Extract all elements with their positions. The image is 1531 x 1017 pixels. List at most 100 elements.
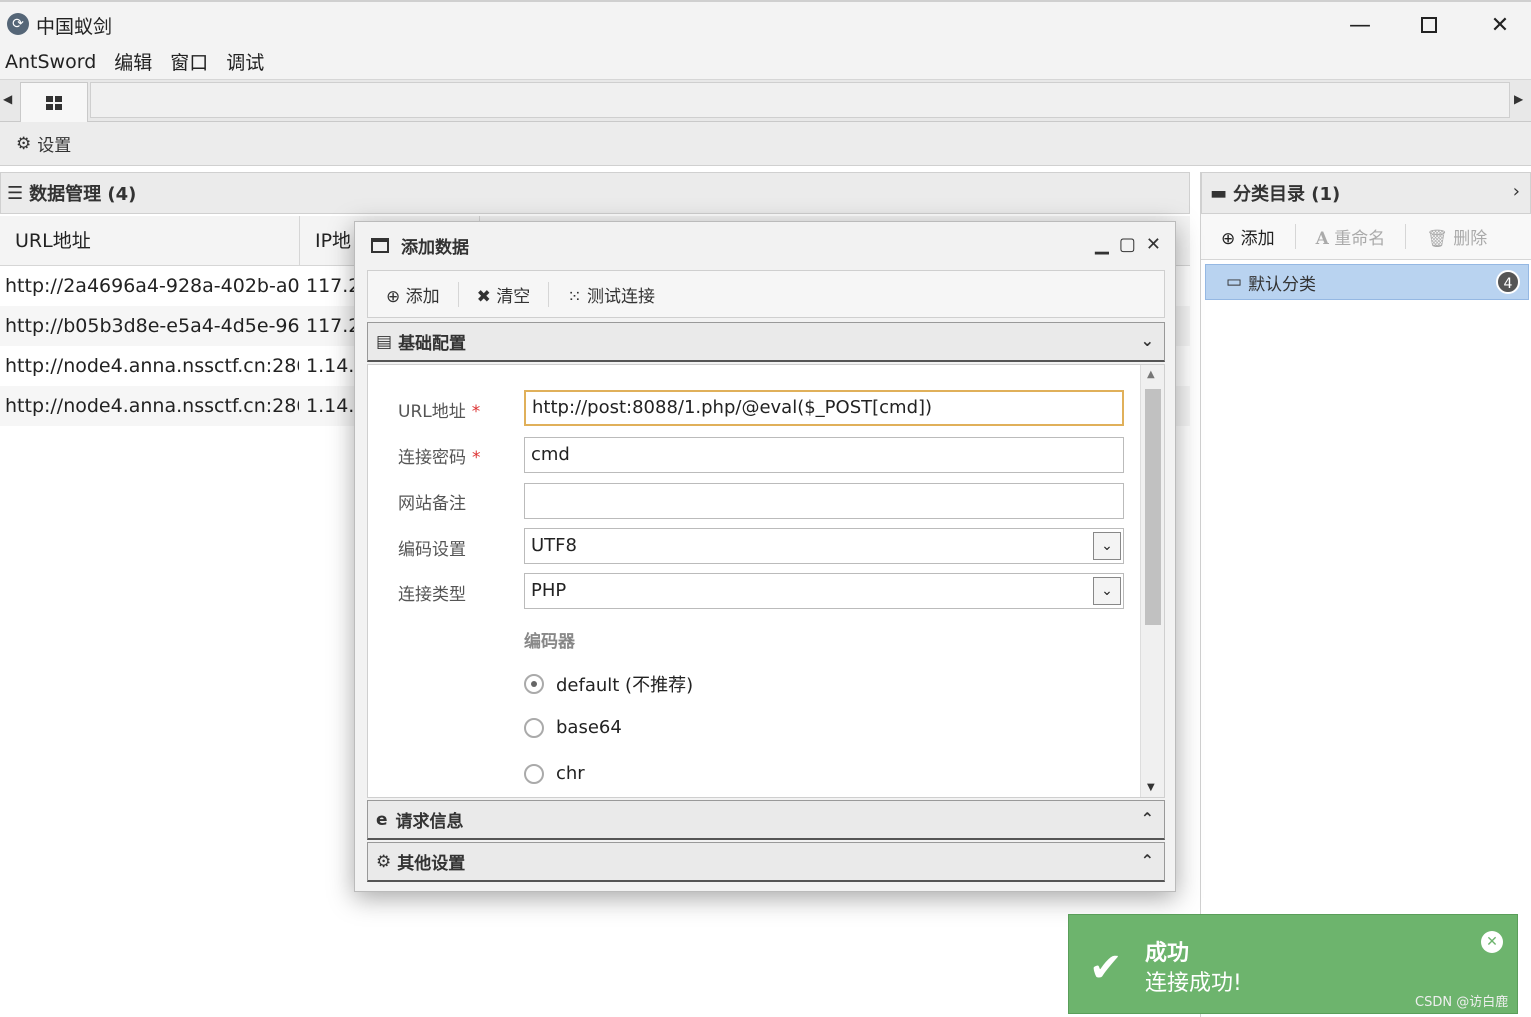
- chevron-down-icon: ⌄: [1140, 331, 1154, 350]
- category-delete-button[interactable]: 🗑 删除: [1406, 224, 1507, 249]
- minimize-button[interactable]: —: [1330, 8, 1390, 42]
- dialog-title-bar[interactable]: 添加数据: [355, 222, 1175, 268]
- category-item-default[interactable]: ▭ 默认分类 4: [1205, 264, 1529, 300]
- gear-icon: ⚙: [16, 133, 32, 154]
- encoding-select[interactable]: UTF8 ⌄: [524, 528, 1124, 564]
- section-request-info[interactable]: e 请求信息 ⌃: [367, 800, 1165, 840]
- encoder-option-label: base64: [556, 717, 622, 738]
- password-field-label: 连接密码 *: [398, 448, 481, 468]
- test-connection-button[interactable]: ⁙ 测试连接: [549, 282, 673, 307]
- radio-selected-icon: [524, 674, 544, 694]
- encoder-option-base64[interactable]: base64: [524, 717, 622, 738]
- encoding-value: UTF8: [531, 535, 577, 556]
- watermark: CSDN @访白鹿: [1415, 995, 1509, 1010]
- category-add-button[interactable]: ⊕ 添加: [1201, 224, 1296, 249]
- section-basic-config[interactable]: ▤ 基础配置 ⌄: [367, 322, 1165, 362]
- scrollbar-thumb[interactable]: [1145, 389, 1161, 625]
- column-header-url[interactable]: URL地址: [0, 216, 300, 266]
- dialog-controls: ▁ ▢ ✕: [1095, 234, 1161, 255]
- menu-edit[interactable]: 编辑: [114, 48, 152, 75]
- row-url: http://b05b3d8e-e5a4-4d5e-9614-: [5, 315, 299, 337]
- menu-debug[interactable]: 调试: [226, 48, 264, 75]
- category-panel-header: ▬ 分类目录 (1) ›: [1201, 172, 1531, 214]
- settings-link[interactable]: 设置: [37, 131, 71, 156]
- basic-config-form: URL地址 * http://post:8088/1.php/@eval($_PO…: [367, 364, 1165, 798]
- scroll-up-icon[interactable]: ▲: [1147, 369, 1155, 380]
- data-panel-title: 数据管理 (4): [29, 184, 137, 205]
- menu-antsword[interactable]: AntSword: [5, 51, 96, 73]
- chevron-down-icon: ⌄: [1093, 577, 1121, 605]
- app-logo-icon: ⟳: [7, 13, 29, 35]
- radio-icon: [524, 717, 544, 738]
- note-input[interactable]: [524, 483, 1124, 519]
- form-scrollbar[interactable]: ▲ ▼: [1140, 365, 1164, 797]
- add-data-dialog: 添加数据 ▁ ▢ ✕ ⊕ 添加 ✖ 清空 ⁙ 测试连接 ▤ 基础配置 ⌄ URL…: [354, 221, 1176, 892]
- category-delete-label: 删除: [1453, 229, 1488, 249]
- section-other-settings[interactable]: ⚙ 其他设置 ⌃: [367, 842, 1165, 882]
- test-connection-label: 测试连接: [586, 286, 655, 307]
- category-add-label: 添加: [1240, 229, 1275, 249]
- category-toolbar: ⊕ 添加 A 重命名 🗑 删除: [1201, 214, 1531, 260]
- tab-scroll-right-icon[interactable]: ▶: [1514, 92, 1523, 106]
- encoding-field-label: 编码设置: [398, 540, 466, 560]
- close-button[interactable]: ✕: [1470, 8, 1530, 42]
- category-rename-button[interactable]: A 重命名: [1296, 224, 1407, 249]
- tab-home[interactable]: [20, 82, 88, 122]
- radio-icon: [524, 763, 544, 784]
- category-item-label: 默认分类: [1248, 274, 1317, 295]
- note-field-label: 网站备注: [398, 494, 466, 514]
- tab-strip: ◀ ▶: [0, 80, 1531, 122]
- dialog-maximize-icon[interactable]: ▢: [1119, 234, 1136, 255]
- check-icon: ✔: [1089, 945, 1123, 991]
- folder-icon: ▬: [1210, 182, 1228, 204]
- browser-e-icon: e: [376, 809, 388, 830]
- section-basic-title: 基础配置: [398, 334, 467, 354]
- category-panel: ▬ 分类目录 (1) › ⊕ 添加 A 重命名 🗑 删除 ▭ 默认分类 4: [1200, 172, 1531, 1017]
- dialog-clear-button[interactable]: ✖ 清空: [459, 281, 550, 307]
- tab-scroll-left-icon[interactable]: ◀: [3, 92, 12, 106]
- window-title: 中国蚁剑: [36, 16, 113, 38]
- password-input[interactable]: cmd: [524, 437, 1124, 473]
- dialog-title: 添加数据: [401, 237, 469, 258]
- row-url: http://node4.anna.nssctf.cn:2862: [5, 395, 299, 417]
- chevron-down-icon: ⌄: [1093, 532, 1121, 560]
- tab-area: [90, 82, 1510, 118]
- encoder-option-label: chr: [556, 763, 585, 784]
- grid-icon: [46, 95, 62, 110]
- maximize-icon: [1421, 17, 1437, 33]
- font-icon: A: [1315, 229, 1329, 249]
- chevron-right-icon[interactable]: ›: [1513, 181, 1520, 202]
- encoder-option-label: default (不推荐): [556, 675, 694, 696]
- menu-bar: AntSword 编辑 窗口 调试: [0, 44, 1531, 80]
- type-field-label: 连接类型: [398, 585, 466, 605]
- section-other-title: 其他设置: [397, 854, 466, 874]
- chevron-up-icon: ⌃: [1140, 851, 1154, 870]
- data-panel-header: ☰ 数据管理 (4): [0, 172, 1190, 214]
- category-rename-label: 重命名: [1334, 229, 1386, 249]
- dialog-toolbar: ⊕ 添加 ✖ 清空 ⁙ 测试连接: [367, 270, 1165, 318]
- title-bar: ⟳ 中国蚁剑 — ✕: [0, 0, 1531, 44]
- encoder-option-chr[interactable]: chr: [524, 763, 585, 784]
- chevron-up-icon: ⌃: [1140, 809, 1154, 828]
- type-select[interactable]: PHP ⌄: [524, 573, 1124, 609]
- category-panel-title: 分类目录 (1): [1233, 184, 1341, 205]
- success-toast: ✔ 成功 连接成功! ✕ CSDN @访白鹿: [1068, 914, 1518, 1014]
- menu-window[interactable]: 窗口: [170, 48, 208, 75]
- type-value: PHP: [531, 580, 567, 601]
- dialog-add-button[interactable]: ⊕ 添加: [368, 281, 459, 307]
- dialog-minimize-icon[interactable]: ▁: [1095, 234, 1109, 255]
- dialog-close-icon[interactable]: ✕: [1146, 234, 1161, 255]
- url-field-label: URL地址 *: [398, 402, 481, 422]
- gears-icon: ⚙: [376, 851, 392, 872]
- encoder-option-default[interactable]: default (不推荐): [524, 671, 693, 697]
- scroll-down-icon[interactable]: ▼: [1147, 782, 1155, 793]
- row-url: http://2a4696a4-928a-402b-a011-: [5, 275, 299, 297]
- dialog-clear-label: 清空: [496, 286, 531, 307]
- row-url: http://node4.anna.nssctf.cn:2862: [5, 355, 299, 377]
- toast-close-icon[interactable]: ✕: [1481, 931, 1503, 953]
- url-input[interactable]: http://post:8088/1.php/@eval($_POST[cmd]…: [524, 390, 1124, 426]
- window-icon: [371, 237, 389, 253]
- maximize-button[interactable]: [1399, 8, 1459, 42]
- section-request-title: 请求信息: [395, 812, 464, 832]
- folder-open-icon: ▭: [1226, 272, 1243, 292]
